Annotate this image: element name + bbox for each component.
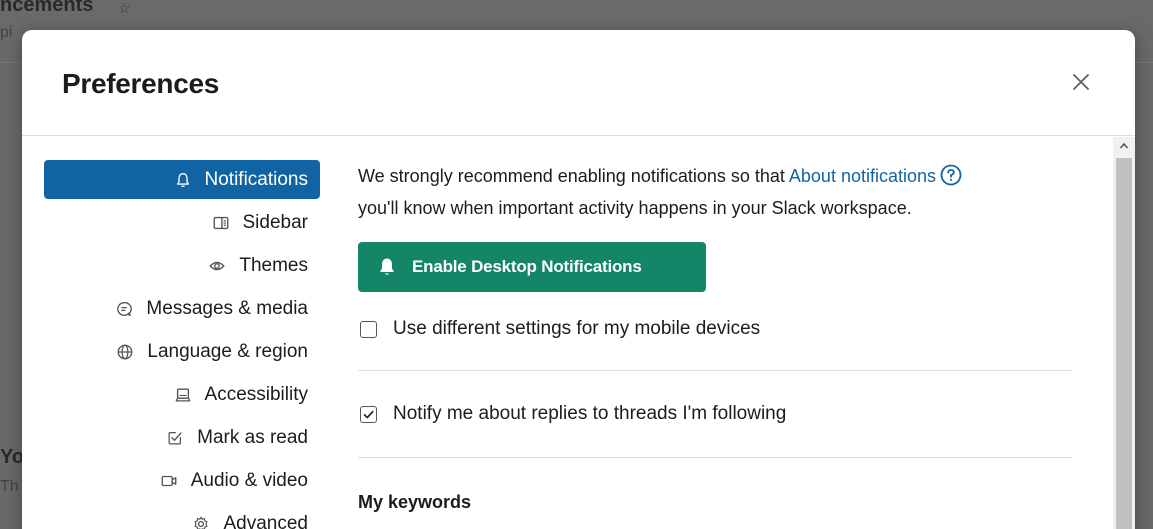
nav-item-label: Audio & video	[190, 469, 308, 491]
scroll-up-arrow[interactable]	[1116, 138, 1132, 154]
nav-item-accessibility[interactable]: Accessibility	[44, 375, 320, 414]
nav-item-advanced[interactable]: Advanced	[44, 504, 320, 529]
notifications-panel: We strongly recommend enabling notificat…	[358, 160, 1074, 513]
enable-desktop-notifications-button[interactable]: Enable Desktop Notifications	[358, 242, 706, 292]
eye-icon	[207, 256, 227, 276]
nav-item-label: Advanced	[223, 512, 308, 529]
nav-item-label: Sidebar	[242, 211, 309, 233]
thread-replies-checkbox[interactable]	[360, 405, 377, 423]
close-button[interactable]	[1069, 70, 1093, 94]
checkmark-icon	[363, 410, 374, 418]
nav-item-mark-as-read[interactable]: Mark as read	[44, 418, 320, 457]
star-icon: ☆	[118, 0, 131, 16]
preferences-modal: Preferences Notifications Sidebar Themes	[22, 30, 1135, 529]
nav-item-language-region[interactable]: Language & region	[44, 332, 320, 371]
modal-header: Preferences	[22, 30, 1135, 136]
background-channel-title: ncements	[0, 0, 94, 16]
close-icon	[1073, 74, 1089, 90]
scrollbar-thumb[interactable]	[1116, 158, 1132, 529]
nav-item-notifications[interactable]: Notifications	[44, 160, 320, 199]
laptop-icon	[173, 385, 193, 405]
mobile-settings-label: Use different settings for my mobile dev…	[393, 318, 761, 339]
modal-title: Preferences	[62, 68, 220, 99]
nav-item-label: Themes	[239, 254, 308, 276]
section-divider	[358, 370, 1072, 371]
thread-replies-label: Notify me about replies to threads I'm f…	[393, 403, 787, 424]
nav-item-sidebar[interactable]: Sidebar	[44, 203, 320, 242]
preferences-nav: Notifications Sidebar Themes Messages & …	[44, 160, 320, 529]
nav-item-label: Mark as read	[197, 426, 308, 448]
about-notifications-link[interactable]: About notifications	[789, 166, 936, 186]
video-icon	[159, 471, 179, 491]
help-icon[interactable]	[940, 164, 962, 186]
message-icon	[114, 299, 134, 319]
bell-icon	[173, 170, 193, 190]
nav-item-label: Accessibility	[204, 383, 308, 405]
intro-text-end: you'll know when important activity happ…	[358, 198, 912, 218]
nav-item-themes[interactable]: Themes	[44, 246, 320, 285]
nav-item-audio-video[interactable]: Audio & video	[44, 461, 320, 500]
nav-item-label: Notifications	[204, 168, 309, 190]
background-text-body: Th	[0, 478, 19, 495]
mark-read-icon	[165, 428, 185, 448]
nav-item-messages-media[interactable]: Messages & media	[44, 289, 320, 328]
globe-icon	[115, 342, 135, 362]
sidebar-icon	[211, 213, 231, 233]
gear-icon	[191, 514, 211, 529]
background-channel-subtitle: pi	[0, 24, 13, 41]
mobile-settings-checkbox[interactable]	[360, 320, 377, 338]
enable-button-label: Enable Desktop Notifications	[412, 257, 642, 276]
section-divider	[358, 457, 1072, 458]
notifications-intro: We strongly recommend enabling notificat…	[358, 160, 1074, 224]
background-text-heading: Yo	[0, 446, 25, 468]
thread-replies-option[interactable]: Notify me about replies to threads I'm f…	[358, 403, 1074, 425]
bell-icon	[376, 256, 398, 278]
chevron-up-icon	[1119, 142, 1129, 149]
intro-text-start: We strongly recommend enabling notificat…	[358, 166, 789, 186]
my-keywords-heading: My keywords	[358, 492, 472, 512]
nav-item-label: Messages & media	[146, 297, 308, 319]
nav-item-label: Language & region	[147, 340, 308, 362]
mobile-settings-option[interactable]: Use different settings for my mobile dev…	[358, 318, 1074, 340]
